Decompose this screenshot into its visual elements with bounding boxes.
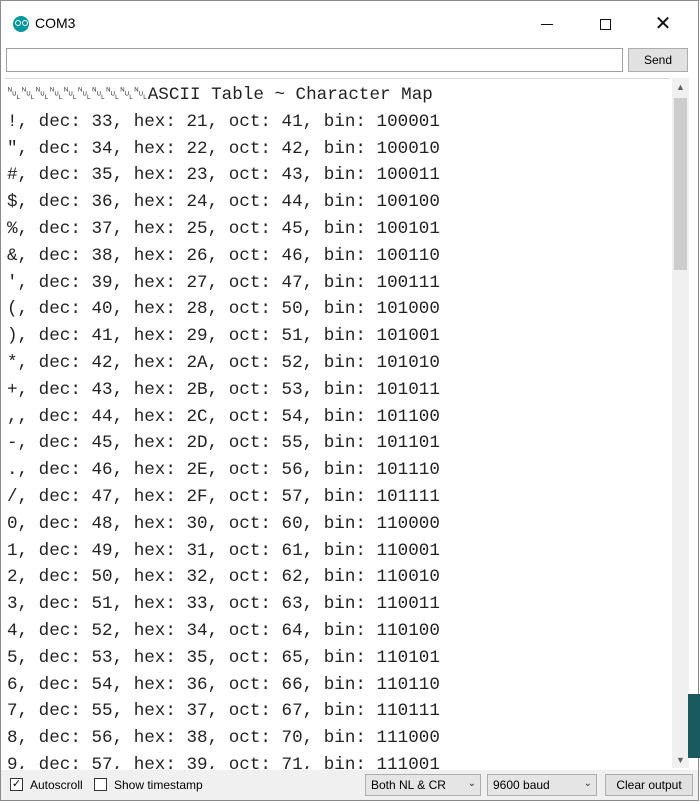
output-line: ␀␀␀␀␀␀␀␀␀␀ASCII Table ~ Character Map <box>7 85 433 105</box>
output-line: /, dec: 47, hex: 2F, oct: 57, bin: 10111… <box>7 487 440 507</box>
output-line: 0, dec: 48, hex: 30, oct: 60, bin: 11000… <box>7 513 440 534</box>
autoscroll-label: Autoscroll <box>30 778 83 792</box>
output-line: 1, dec: 49, hex: 31, oct: 61, bin: 11000… <box>7 540 440 561</box>
output-line: #, dec: 35, hex: 23, oct: 43, bin: 10001… <box>7 165 440 186</box>
output-line: ', dec: 39, hex: 27, oct: 47, bin: 10011… <box>7 272 440 293</box>
close-button[interactable]: ✕ <box>634 1 692 47</box>
baud-rate-value: 9600 baud <box>493 778 550 792</box>
output-line: ), dec: 41, hex: 29, oct: 51, bin: 10100… <box>7 326 440 347</box>
output-line: +, dec: 43, hex: 2B, oct: 53, bin: 10101… <box>7 379 440 400</box>
output-line: *, dec: 42, hex: 2A, oct: 52, bin: 10101… <box>7 353 440 373</box>
output-line: 9, dec: 57, hex: 39, oct: 71, bin: 11100… <box>7 755 440 769</box>
close-icon: ✕ <box>654 13 672 35</box>
output-line: -, dec: 45, hex: 2D, oct: 55, bin: 10110… <box>7 433 440 454</box>
maximize-button[interactable] <box>576 1 634 47</box>
status-bar: ✓ Autoscroll Show timestamp Both NL & CR… <box>1 770 698 800</box>
serial-monitor-window: COM3 ✕ Send ␀␀␀␀␀␀␀␀␀␀ASCII Table ~ Char… <box>0 0 699 801</box>
send-row: Send <box>1 47 698 75</box>
output-line: ,, dec: 44, hex: 2C, oct: 54, bin: 10110… <box>7 406 440 427</box>
chevron-down-icon[interactable]: ▼ <box>672 751 689 768</box>
serial-output[interactable]: ␀␀␀␀␀␀␀␀␀␀ASCII Table ~ Character Map !, … <box>5 78 670 769</box>
output-line: 3, dec: 51, hex: 33, oct: 63, bin: 11001… <box>7 594 440 615</box>
show-timestamp-label: Show timestamp <box>114 778 203 792</box>
output-line: 5, dec: 53, hex: 35, oct: 65, bin: 11010… <box>7 647 440 668</box>
chevron-down-icon: ⌄ <box>467 778 476 789</box>
title-bar[interactable]: COM3 ✕ <box>1 1 698 47</box>
arduino-icon <box>13 16 29 32</box>
maximize-icon <box>599 18 611 30</box>
chevron-down-icon: ⌄ <box>583 778 592 789</box>
output-line: 2, dec: 50, hex: 32, oct: 62, bin: 11001… <box>7 567 440 588</box>
output-line: ", dec: 34, hex: 22, oct: 42, bin: 10001… <box>7 138 440 159</box>
window-title: COM3 <box>35 15 76 31</box>
output-line: 7, dec: 55, hex: 37, oct: 67, bin: 11011… <box>7 701 440 722</box>
show-timestamp-checkbox[interactable] <box>94 778 107 791</box>
autoscroll-checkbox[interactable]: ✓ <box>10 778 23 791</box>
scrollbar-thumb[interactable] <box>674 98 687 270</box>
output-line: &, dec: 38, hex: 26, oct: 46, bin: 10011… <box>7 245 440 266</box>
serial-input[interactable] <box>6 48 623 72</box>
line-ending-value: Both NL & CR <box>371 778 446 792</box>
output-line: %, dec: 37, hex: 25, oct: 45, bin: 10010… <box>7 219 440 239</box>
send-button[interactable]: Send <box>628 48 688 72</box>
output-line: $, dec: 36, hex: 24, oct: 44, bin: 10010… <box>7 192 440 213</box>
vertical-scrollbar[interactable]: ▲ ▼ <box>672 78 689 768</box>
minimize-button[interactable] <box>518 1 576 47</box>
output-line: 6, dec: 54, hex: 36, oct: 66, bin: 11011… <box>7 674 440 695</box>
minimize-icon <box>541 23 553 25</box>
output-line: (, dec: 40, hex: 28, oct: 50, bin: 10100… <box>7 299 440 320</box>
output-line: 8, dec: 56, hex: 38, oct: 70, bin: 11100… <box>7 728 440 749</box>
baud-rate-select[interactable]: 9600 baud ⌄ <box>487 774 597 796</box>
chevron-up-icon[interactable]: ▲ <box>672 78 689 95</box>
output-line: 4, dec: 52, hex: 34, oct: 64, bin: 11010… <box>7 621 440 641</box>
output-line: !, dec: 33, hex: 21, oct: 41, bin: 10000… <box>7 111 440 132</box>
background-window-edge <box>688 694 700 758</box>
line-ending-select[interactable]: Both NL & CR ⌄ <box>365 774 481 796</box>
output-line: ., dec: 46, hex: 2E, oct: 56, bin: 10111… <box>7 460 440 481</box>
clear-output-button[interactable]: Clear output <box>605 774 693 796</box>
